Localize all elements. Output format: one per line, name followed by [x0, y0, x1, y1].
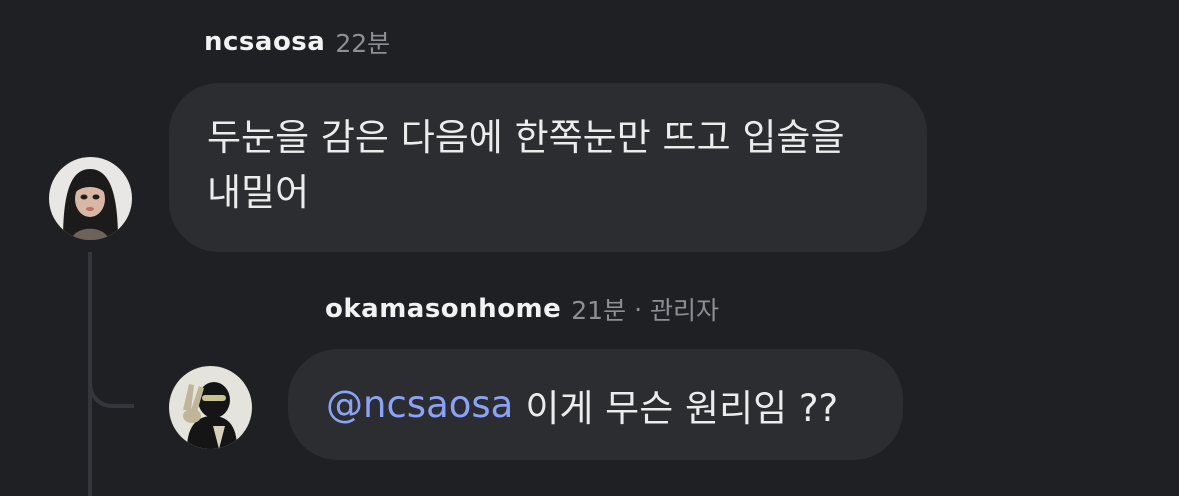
reply-text: 이게 무슨 원리임 ??: [525, 386, 839, 430]
comment-bubble: 두눈을 감은 다음에 한쪽눈만 뜨고 입술을 내밀어: [169, 83, 927, 252]
avatar-image: [169, 366, 252, 449]
reply-bubble: @ncsaosa 이게 무슨 원리임 ??: [288, 349, 903, 460]
reply-header: okamasonhome 21분 · 관리자: [325, 288, 719, 330]
avatar[interactable]: [169, 366, 252, 449]
comment-timestamp: 22분: [335, 29, 391, 58]
reply-username[interactable]: okamasonhome: [325, 294, 561, 324]
reply-timestamp: 21분: [571, 296, 627, 325]
comment-text-line: 두눈을 감은 다음에 한쪽눈만 뜨고 입술을: [207, 116, 845, 159]
comment-header: ncsaosa 22분: [204, 22, 390, 62]
avatar-image: [49, 157, 132, 240]
admin-badge: 관리자: [650, 296, 720, 325]
comment-username[interactable]: ncsaosa: [204, 27, 325, 57]
avatar[interactable]: [49, 157, 132, 240]
separator-dot: ·: [634, 294, 643, 324]
comment-thread: ncsaosa 22분 두눈을 감은 다음에 한쪽눈만 뜨고 입술을 내밀어 o…: [0, 0, 1179, 496]
reply-connector: [88, 360, 134, 408]
mention-link[interactable]: @ncsaosa: [326, 383, 513, 426]
comment-text-line: 내밀어: [207, 171, 310, 214]
